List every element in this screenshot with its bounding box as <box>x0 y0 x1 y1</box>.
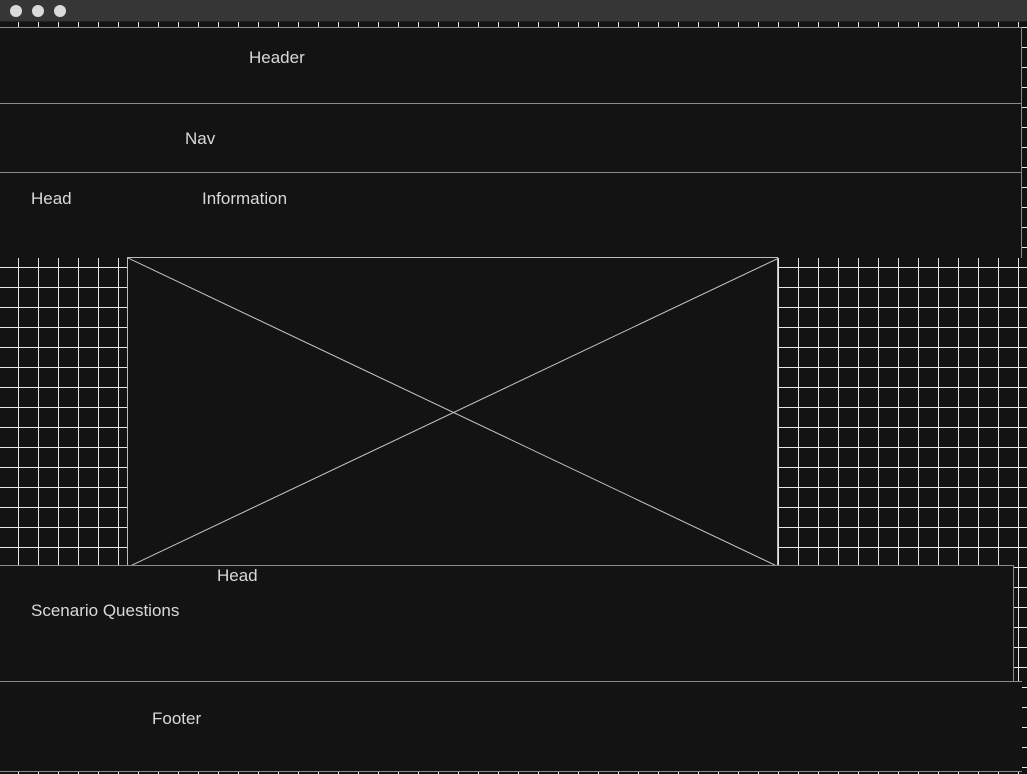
info-head-label: Head <box>31 189 72 208</box>
footer-label: Footer <box>152 709 202 728</box>
header-section: Header <box>0 27 1022 104</box>
minimize-window-button[interactable] <box>32 5 44 17</box>
information-label: Information <box>202 189 288 208</box>
scenario-questions-title: Scenario Questions <box>31 601 180 620</box>
nav-label: Nav <box>185 129 216 148</box>
image-placeholder <box>127 257 779 567</box>
info-section: Head Information <box>0 172 1022 258</box>
footer-section: Footer <box>0 681 1022 772</box>
wireframe-window: Header Nav Head Information Head Scenari… <box>0 0 1027 774</box>
header-label: Header <box>249 48 305 67</box>
scenario-section: Head Scenario Questions <box>0 565 1014 682</box>
window-titlebar <box>0 0 1027 22</box>
scenario-head-label: Head <box>217 566 258 585</box>
maximize-window-button[interactable] <box>54 5 66 17</box>
nav-section: Nav <box>0 103 1022 173</box>
close-window-button[interactable] <box>10 5 22 17</box>
image-placeholder-icon <box>128 258 779 567</box>
